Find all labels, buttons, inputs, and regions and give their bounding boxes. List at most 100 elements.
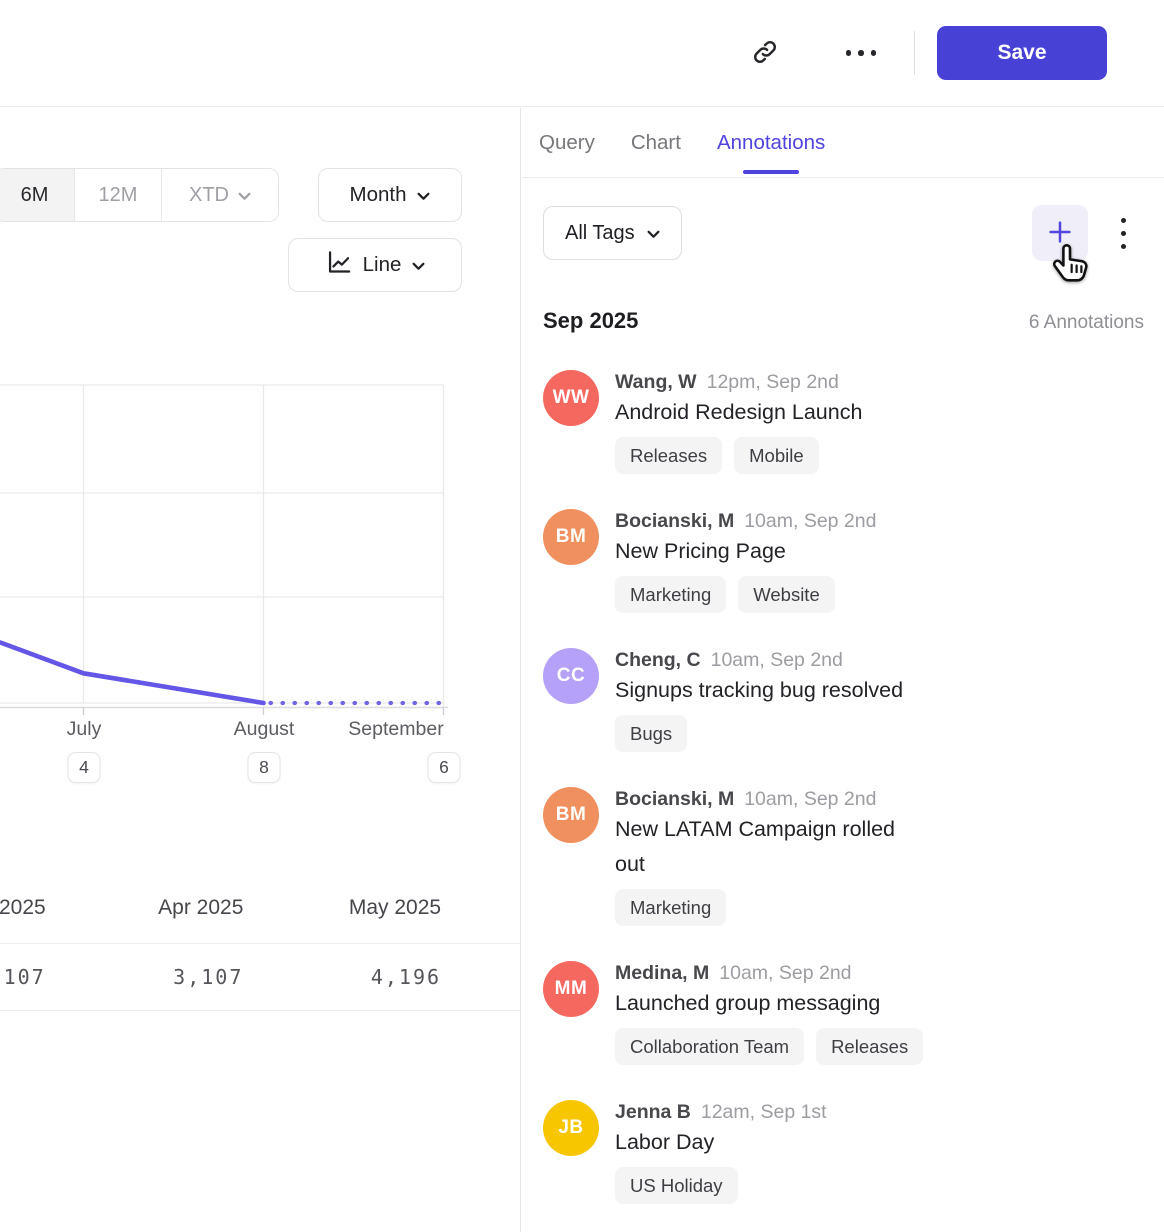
tag-pill[interactable]: Marketing <box>615 576 726 613</box>
tag-pill[interactable]: Mobile <box>734 437 819 474</box>
table-header-cell: Apr 2025 <box>46 896 244 920</box>
tag-pill[interactable]: Bugs <box>615 715 687 752</box>
range-option-12m[interactable]: 12M <box>74 169 161 221</box>
topbar-divider <box>914 31 915 75</box>
annotation-item[interactable]: MM Medina, M 10am, Sep 2nd Launched grou… <box>543 961 1144 1065</box>
range-option-xtd[interactable]: XTD <box>161 169 278 221</box>
annotation-body: Bocianski, M 10am, Sep 2nd New Pricing P… <box>615 509 876 613</box>
annotation-author: Cheng, C <box>615 648 701 672</box>
annotation-time: 12am, Sep 1st <box>701 1100 827 1124</box>
granularity-dropdown[interactable]: Month <box>318 168 462 222</box>
annotation-title: Labor Day <box>615 1125 827 1160</box>
annotation-time: 10am, Sep 2nd <box>744 787 876 811</box>
annotation-body: Cheng, C 10am, Sep 2nd Signups tracking … <box>615 648 903 752</box>
app-root: Save 6M 12M XTD Month <box>0 0 1164 1232</box>
chart-line-solid <box>1 643 264 703</box>
tag-filter-label: All Tags <box>565 222 635 245</box>
tab-chart[interactable]: Chart <box>631 108 681 177</box>
annotation-meta: Medina, M 10am, Sep 2nd <box>615 961 923 985</box>
annotation-title: New Pricing Page <box>615 534 876 569</box>
annotation-count-badge[interactable]: 8 <box>248 752 281 783</box>
granularity-label: Month <box>350 183 407 207</box>
annotation-body: Wang, W 12pm, Sep 2nd Android Redesign L… <box>615 370 862 474</box>
annotation-title: Signups tracking bug resolved <box>615 673 903 708</box>
x-tick-label: August <box>234 718 295 741</box>
annotation-item[interactable]: BM Bocianski, M 10am, Sep 2nd New Pricin… <box>543 509 1144 613</box>
annotation-meta: Bocianski, M 10am, Sep 2nd <box>615 787 915 811</box>
avatar-initials: JB <box>558 1117 583 1139</box>
range-option-6m[interactable]: 6M <box>0 169 74 221</box>
more-icon <box>846 50 877 56</box>
topbar: Save <box>0 0 1164 107</box>
tag-pill[interactable]: Collaboration Team <box>615 1028 804 1065</box>
tag-pill[interactable]: Releases <box>816 1028 923 1065</box>
tag-pill[interactable]: Marketing <box>615 889 726 926</box>
annotation-tags: US Holiday <box>615 1167 827 1204</box>
annotation-title: Launched group messaging <box>615 986 915 1021</box>
tab-query[interactable]: Query <box>539 108 595 177</box>
chart-type-dropdown[interactable]: Line <box>288 238 462 292</box>
annotation-author: Bocianski, M <box>615 509 734 533</box>
annotation-body: Medina, M 10am, Sep 2nd Launched group m… <box>615 961 923 1065</box>
annotation-tags: Releases Mobile <box>615 437 862 474</box>
annotation-title: Android Redesign Launch <box>615 395 862 430</box>
annotation-author: Jenna B <box>615 1100 691 1124</box>
annotation-meta: Jenna B 12am, Sep 1st <box>615 1100 827 1124</box>
avatar-initials: CC <box>557 665 585 687</box>
annotation-list: WW Wang, W 12pm, Sep 2nd Android Redesig… <box>543 370 1144 1204</box>
annotation-title: New LATAM Campaign rolled out <box>615 812 915 882</box>
table-value-cell: 4,196 <box>243 965 441 989</box>
annotation-item[interactable]: CC Cheng, C 10am, Sep 2nd Signups tracki… <box>543 648 1144 752</box>
annotation-item[interactable]: WW Wang, W 12pm, Sep 2nd Android Redesig… <box>543 370 1144 474</box>
x-tick-label: September <box>348 718 443 741</box>
annotation-group-header: Sep 2025 6 Annotations <box>543 308 1144 334</box>
line-chart <box>0 380 470 730</box>
annotation-tags: Bugs <box>615 715 903 752</box>
line-chart-icon <box>325 249 352 282</box>
avatar-initials: BM <box>556 804 587 826</box>
avatar: JB <box>543 1100 599 1156</box>
annotation-tags: Collaboration Team Releases <box>615 1028 923 1065</box>
annotations-menu-button[interactable] <box>1116 213 1130 253</box>
chevron-down-icon <box>412 253 425 277</box>
tag-filter-dropdown[interactable]: All Tags <box>543 206 682 260</box>
avatar: MM <box>543 961 599 1017</box>
chevron-down-icon <box>417 183 430 207</box>
annotation-body: Jenna B 12am, Sep 1st Labor Day US Holid… <box>615 1100 827 1204</box>
add-annotation-button[interactable] <box>1032 205 1088 261</box>
annotation-meta: Wang, W 12pm, Sep 2nd <box>615 370 862 394</box>
table-header-cell: 2025 <box>0 896 46 920</box>
annotations-panel: Query Chart Annotations All Tags <box>522 108 1164 1232</box>
chevron-down-icon <box>238 184 251 207</box>
x-axis-ticks <box>84 707 444 715</box>
kebab-icon <box>1121 218 1126 249</box>
annotation-tags: Marketing Website <box>615 576 876 613</box>
table-value-cell: 3,107 <box>46 965 244 989</box>
more-actions-button[interactable] <box>838 40 884 66</box>
tab-annotations[interactable]: Annotations <box>717 108 825 177</box>
avatar-initials: BM <box>556 526 587 548</box>
range-option-xtd-label: XTD <box>189 184 229 207</box>
annotation-time: 10am, Sep 2nd <box>744 509 876 533</box>
tag-pill[interactable]: Website <box>738 576 835 613</box>
save-button[interactable]: Save <box>937 26 1107 80</box>
annotation-meta: Bocianski, M 10am, Sep 2nd <box>615 509 876 533</box>
panel-tabs: Query Chart Annotations <box>522 108 1164 178</box>
tag-pill[interactable]: Releases <box>615 437 722 474</box>
annotation-item[interactable]: JB Jenna B 12am, Sep 1st Labor Day US Ho… <box>543 1100 1144 1204</box>
copy-link-button[interactable] <box>746 34 784 72</box>
annotation-author: Wang, W <box>615 370 697 394</box>
annotation-time: 10am, Sep 2nd <box>719 961 851 985</box>
group-count-label: 6 Annotations <box>1029 312 1144 334</box>
avatar: BM <box>543 509 599 565</box>
table-divider <box>0 1010 520 1011</box>
annotation-count-badge[interactable]: 4 <box>68 752 101 783</box>
x-tick-label: July <box>67 718 102 741</box>
annotation-meta: Cheng, C 10am, Sep 2nd <box>615 648 903 672</box>
annotation-item[interactable]: BM Bocianski, M 10am, Sep 2nd New LATAM … <box>543 787 1144 926</box>
annotation-count-badge[interactable]: 6 <box>428 752 461 783</box>
tag-pill[interactable]: US Holiday <box>615 1167 738 1204</box>
avatar: WW <box>543 370 599 426</box>
table-header-row: 2025 Apr 2025 May 2025 <box>0 872 442 943</box>
annotation-time: 10am, Sep 2nd <box>711 648 843 672</box>
